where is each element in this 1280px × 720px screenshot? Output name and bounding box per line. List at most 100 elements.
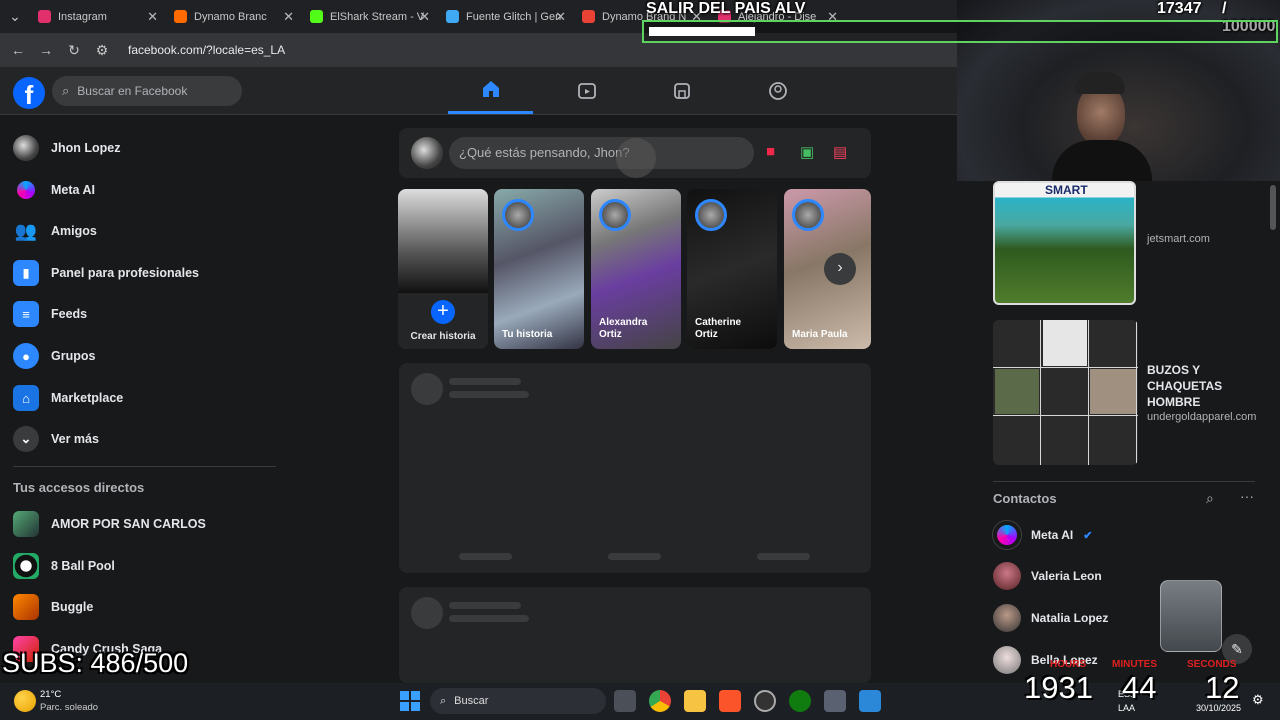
contact-item[interactable]: Meta AI ✔: [993, 515, 1092, 555]
contact-name: Valeria Leon: [1031, 569, 1102, 583]
nav-marketplace-button[interactable]: [639, 67, 724, 114]
sidebar-item-feeds[interactable]: ≡ Feeds: [13, 294, 87, 334]
contact-item[interactable]: Valeria Leon: [993, 556, 1102, 596]
search-icon: ⌕: [62, 83, 70, 98]
close-icon[interactable]: ✕: [147, 9, 158, 25]
story-label: Crear historia: [410, 331, 476, 342]
sidebar-item-marketplace[interactable]: ⌂ Marketplace: [13, 378, 123, 418]
nav-profile-button[interactable]: [735, 67, 820, 114]
close-icon[interactable]: ✕: [283, 9, 294, 25]
ad-brand: SMART: [1045, 183, 1088, 197]
sidebar-item-see-more[interactable]: ⌄ Ver más: [13, 419, 99, 459]
composer-input[interactable]: ¿Qué estás pensando, Jhon?: [449, 137, 754, 169]
xbox-icon[interactable]: [789, 690, 811, 712]
contact-name: Natalia Lopez: [1031, 611, 1109, 625]
post-skeleton: [399, 363, 871, 573]
story-card[interactable]: Alexandra Ortiz: [591, 189, 681, 349]
contact-item[interactable]: Natalia Lopez: [993, 598, 1108, 638]
chrome-icon[interactable]: [649, 690, 671, 712]
sidebar-item-meta-ai[interactable]: Meta AI: [13, 170, 95, 210]
site-settings-icon[interactable]: ⚙: [88, 42, 116, 59]
tab-search-button[interactable]: ⌄: [0, 8, 30, 25]
story-card[interactable]: Catherine Ortiz: [687, 189, 777, 349]
more-options-icon[interactable]: ···: [1240, 488, 1254, 504]
avatar-placeholder: [411, 373, 443, 405]
search-icon[interactable]: ⌕: [1206, 490, 1214, 507]
reload-button[interactable]: ↻: [60, 42, 88, 59]
live-video-icon[interactable]: ■: [766, 143, 788, 163]
browser-tab[interactable]: Dynamo Branc ✕: [166, 0, 302, 33]
cursor-click-indicator: [616, 138, 656, 178]
avatar: [502, 199, 534, 231]
font-icon: [446, 10, 459, 23]
text-placeholder: [449, 391, 529, 398]
app-icon[interactable]: [754, 690, 776, 712]
facebook-logo-icon[interactable]: f: [13, 77, 45, 110]
maps-pin-icon: [582, 10, 595, 23]
sidebar-item-dashboard[interactable]: ▮ Panel para profesionales: [13, 253, 199, 293]
timer-hours-label: HOURS: [1050, 659, 1087, 670]
story-label: Tu historia: [502, 329, 553, 340]
ad-domain[interactable]: undergoldapparel.com: [1147, 411, 1256, 423]
timer-minutes-label: MINUTES: [1112, 659, 1157, 670]
shortcut-item[interactable]: Buggle: [13, 587, 93, 627]
story-card[interactable]: Maria Paula ›: [784, 189, 871, 349]
streamer-shirt: [1052, 140, 1152, 181]
weather-temp: 21°C: [40, 689, 62, 700]
groups-icon: ●: [13, 343, 39, 369]
nav-video-button[interactable]: [544, 67, 629, 114]
contacts-title: Contactos: [993, 491, 1057, 506]
ad-title[interactable]: BUZOS Y CHAQUETAS HOMBRE: [1147, 362, 1257, 410]
story-create[interactable]: + Crear historia: [398, 189, 488, 349]
sidebar-item-label: Panel para profesionales: [51, 266, 199, 280]
notification-icon[interactable]: ⚙: [1252, 692, 1264, 708]
photo-icon[interactable]: ▣: [800, 143, 822, 163]
ad-image[interactable]: SMART: [993, 181, 1136, 305]
scrollbar[interactable]: [1270, 185, 1276, 230]
avatar: [993, 646, 1021, 674]
friends-icon: 👥: [14, 220, 38, 241]
sidebar-item-profile[interactable]: Jhon Lopez: [13, 128, 120, 168]
ad-image[interactable]: [993, 320, 1138, 465]
forward-button[interactable]: →: [32, 42, 60, 58]
weather-icon[interactable]: [14, 690, 36, 712]
nav-home-button[interactable]: [448, 67, 533, 114]
shortcut-item[interactable]: AMOR POR SAN CARLOS: [13, 504, 206, 544]
brave-icon[interactable]: [719, 690, 741, 712]
profile-icon: [768, 81, 787, 100]
search-input[interactable]: ⌕ Buscar en Facebook: [52, 76, 242, 106]
search-icon: ⌕: [440, 694, 447, 707]
glass-widget-icon: [1160, 580, 1222, 652]
url-field[interactable]: facebook.com/?locale=es_LA: [128, 43, 285, 57]
shortcut-item[interactable]: 8 Ball Pool: [13, 546, 115, 586]
chevron-right-icon[interactable]: ›: [824, 253, 856, 285]
sidebar-item-friends[interactable]: 👥 Amigos: [13, 211, 97, 251]
browser-tab[interactable]: Fuente Glitch | Gen ✕: [438, 0, 574, 33]
sidebar-item-label: Meta AI: [51, 183, 95, 197]
sidebar-item-label: Amigos: [51, 224, 97, 238]
app-icon[interactable]: [859, 690, 881, 712]
marketplace-icon: [673, 82, 690, 99]
game-thumbnail: [13, 594, 39, 620]
task-view-icon[interactable]: [614, 690, 636, 712]
kick-icon: [310, 10, 323, 23]
tab-title: Dynamo Branc: [194, 10, 267, 23]
story-card[interactable]: Tu historia: [494, 189, 584, 349]
reel-icon[interactable]: ▤: [833, 143, 855, 163]
settings-icon[interactable]: [824, 690, 846, 712]
close-icon[interactable]: ✕: [419, 9, 430, 25]
windows-start-icon[interactable]: [400, 691, 420, 711]
hoodie-photo: [1090, 369, 1136, 414]
taskbar-search[interactable]: ⌕ Buscar: [430, 688, 606, 714]
browser-tab[interactable]: ElShark Stream - V ✕: [302, 0, 438, 33]
back-button[interactable]: ←: [4, 42, 32, 58]
timer-hours: 1931: [1024, 670, 1093, 705]
facebook-header: f ⌕ Buscar en Facebook: [0, 67, 957, 115]
search-placeholder: Buscar en Facebook: [77, 84, 188, 98]
browser-tab[interactable]: Instagram ✕: [30, 0, 166, 33]
divider: [13, 466, 276, 467]
close-icon[interactable]: ✕: [555, 9, 566, 25]
ad-domain[interactable]: jetsmart.com: [1147, 233, 1210, 245]
file-explorer-icon[interactable]: [684, 690, 706, 712]
sidebar-item-groups[interactable]: ● Grupos: [13, 336, 95, 376]
